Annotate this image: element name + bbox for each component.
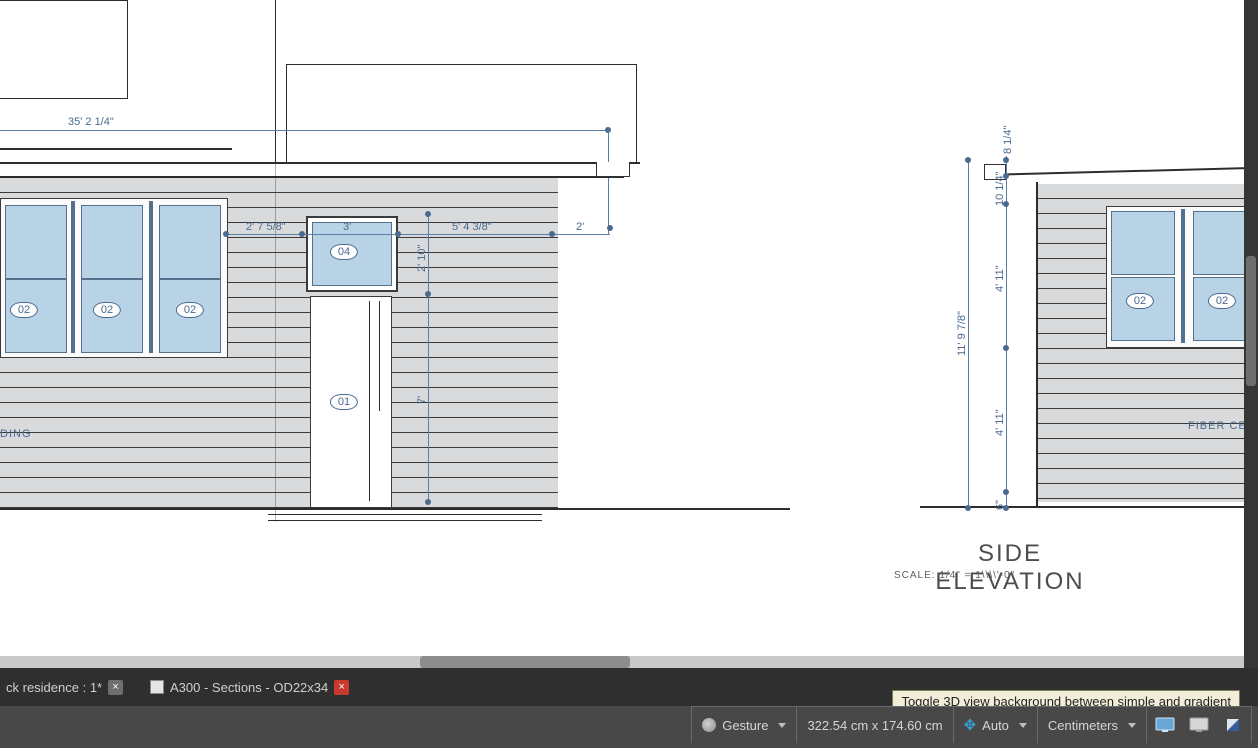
chevron-down-icon	[778, 723, 786, 728]
units-label: Centimeters	[1048, 718, 1118, 733]
door-tag[interactable]: 01	[330, 394, 358, 410]
chevron-down-icon	[1019, 723, 1027, 728]
view-scale: SCALE: 1/4" = 1\\\\'-0"	[894, 570, 1015, 581]
move-icon: ✥	[964, 716, 977, 734]
vertical-scrollbar[interactable]	[1244, 0, 1258, 668]
document-tab[interactable]: ck residence : 1* ×	[0, 676, 129, 698]
dim: 2' 10"	[416, 245, 428, 272]
horizontal-scroll-thumb[interactable]	[420, 656, 630, 668]
dim: 4' 11"	[994, 265, 1006, 292]
side-window-pair	[1106, 206, 1258, 348]
window-tag[interactable]: 02	[176, 302, 204, 318]
window-tag[interactable]: 02	[1208, 293, 1236, 309]
view-mode-button[interactable]	[1219, 711, 1247, 739]
window-tag[interactable]: 02	[1126, 293, 1154, 309]
drawing-canvas[interactable]: 35' 2 1/4" 02 02 02	[0, 0, 1244, 668]
vertical-scroll-thumb[interactable]	[1246, 256, 1256, 386]
close-icon[interactable]: ×	[334, 680, 349, 695]
dim: 6"	[994, 500, 1006, 510]
side-elevation-viewport: 02 02 11' 9 7/8" 8 1/4" 10 1/4" 4' 11" 4…	[920, 120, 1258, 590]
chevron-down-icon	[1128, 723, 1136, 728]
units-selector[interactable]: Centimeters	[1037, 707, 1146, 743]
transom-tag[interactable]: 04	[330, 244, 358, 260]
dim: 7'	[416, 396, 428, 404]
dim: 2'	[576, 221, 584, 233]
sheet-size-readout: 322.54 cm x 174.60 cm	[796, 707, 952, 743]
status-bar: Gesture 322.54 cm x 174.60 cm ✥ Auto Cen…	[0, 706, 1258, 748]
horizontal-scrollbar[interactable]	[0, 656, 1244, 668]
dim-35ft: 35' 2 1/4"	[68, 116, 114, 128]
background-toggle-button[interactable]	[1185, 711, 1213, 739]
display-toggle-button[interactable]	[1151, 711, 1179, 739]
document-tab[interactable]: A300 - Sections - OD22x34 ×	[144, 676, 355, 698]
sheet-icon	[150, 680, 164, 694]
gesture-icon	[702, 718, 716, 732]
dim: 11' 9 7/8"	[956, 311, 968, 356]
document-tab-label: ck residence : 1*	[6, 680, 102, 695]
dim: 10 1/4"	[994, 172, 1006, 207]
dim: 4' 11"	[994, 409, 1006, 436]
front-elevation-viewport: 35' 2 1/4" 02 02 02	[0, 0, 800, 560]
dim: 3'	[343, 221, 351, 233]
snap-mode-selector[interactable]: ✥ Auto	[953, 707, 1037, 743]
window-tag[interactable]: 02	[93, 302, 121, 318]
close-icon[interactable]: ×	[108, 680, 123, 695]
window-triple	[0, 198, 228, 358]
input-mode-selector[interactable]: Gesture	[692, 707, 796, 743]
window-tag[interactable]: 02	[10, 302, 38, 318]
input-mode-label: Gesture	[722, 718, 768, 733]
dim: 2' 7 5/8"	[246, 221, 286, 233]
snap-mode-label: Auto	[982, 718, 1009, 733]
sheet-size-label: 322.54 cm x 174.60 cm	[807, 718, 942, 733]
document-tab-label: A300 - Sections - OD22x34	[170, 680, 328, 695]
dim: 5' 4 3/8"	[452, 221, 492, 233]
dim: 8 1/4"	[1002, 126, 1014, 154]
material-note: DING	[0, 428, 32, 440]
view-title: SIDE ELEVATION	[920, 540, 1100, 596]
